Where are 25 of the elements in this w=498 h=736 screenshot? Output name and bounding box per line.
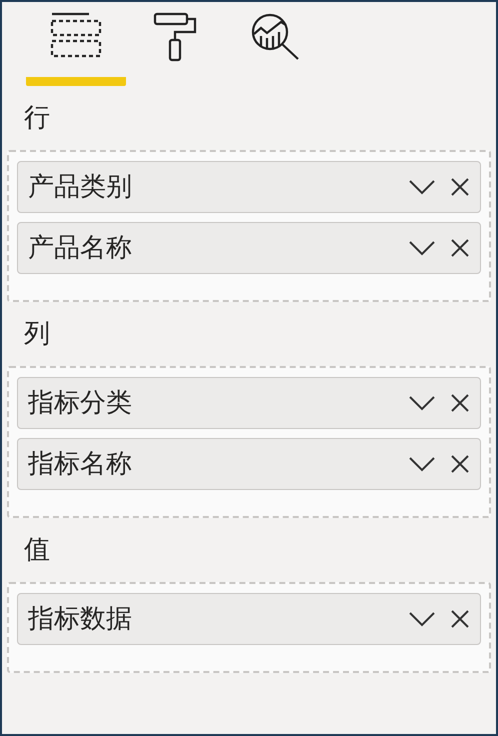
- field-pill[interactable]: 指标分类: [17, 377, 481, 429]
- field-label: 产品名称: [28, 232, 133, 264]
- close-icon[interactable]: [450, 238, 470, 258]
- field-pill[interactable]: 指标数据: [17, 593, 481, 645]
- section-heading: 行: [23, 102, 51, 135]
- field-pill[interactable]: 产品名称: [17, 222, 481, 274]
- chevron-down-icon[interactable]: [408, 611, 436, 627]
- field-label: 指标分类: [28, 386, 133, 420]
- paint-roller-icon: [153, 12, 199, 62]
- close-icon[interactable]: [450, 454, 470, 474]
- chevron-down-icon[interactable]: [408, 395, 436, 411]
- field-label: 产品类别: [28, 170, 133, 204]
- section-heading: 值: [23, 534, 51, 567]
- close-icon[interactable]: [450, 609, 470, 629]
- field-label: 指标名称: [28, 448, 133, 480]
- field-pill[interactable]: 指标名称: [17, 438, 481, 490]
- close-icon[interactable]: [450, 177, 470, 197]
- chevron-down-icon[interactable]: [408, 179, 436, 195]
- close-icon[interactable]: [450, 393, 470, 413]
- chevron-down-icon[interactable]: [408, 456, 436, 472]
- field-label: 指标数据: [28, 602, 133, 636]
- fields-icon: [49, 12, 103, 58]
- chevron-down-icon[interactable]: [408, 240, 436, 256]
- section-heading: 列: [23, 318, 51, 351]
- field-pill[interactable]: 产品类别: [17, 161, 481, 213]
